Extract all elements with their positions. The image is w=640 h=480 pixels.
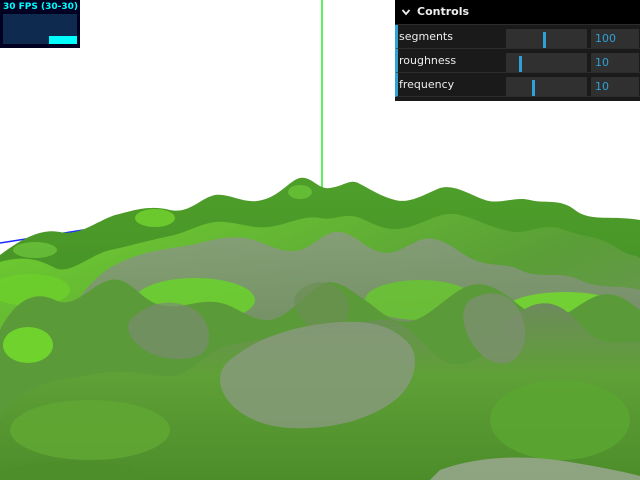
- fps-readout: 30 FPS (30-30): [3, 2, 79, 12]
- control-row-frequency: frequency 10: [395, 73, 640, 97]
- control-row-segments: segments 100: [395, 25, 640, 49]
- slider-knob[interactable]: [532, 80, 535, 96]
- controls-panel: Controls segments 100 roughness 10 frequ…: [395, 0, 640, 101]
- slider-knob[interactable]: [543, 32, 546, 48]
- control-label: frequency: [399, 78, 455, 91]
- controls-header[interactable]: Controls: [395, 0, 640, 25]
- slider-knob[interactable]: [519, 56, 522, 72]
- control-label: segments: [399, 30, 453, 43]
- fps-stats-panel[interactable]: 30 FPS (30-30): [0, 0, 80, 48]
- roughness-input[interactable]: 10: [591, 53, 639, 72]
- control-label: roughness: [399, 54, 457, 67]
- frequency-slider[interactable]: [506, 77, 587, 96]
- controls-title: Controls: [417, 5, 470, 18]
- frequency-input[interactable]: 10: [591, 77, 639, 96]
- chevron-down-icon: [401, 9, 411, 16]
- terrain-mesh: [0, 177, 640, 480]
- control-row-roughness: roughness 10: [395, 49, 640, 73]
- fps-graph-bar: [49, 36, 77, 44]
- segments-input[interactable]: 100: [591, 29, 639, 48]
- roughness-slider[interactable]: [506, 53, 587, 72]
- segments-slider[interactable]: [506, 29, 587, 48]
- fps-graph: [3, 14, 77, 44]
